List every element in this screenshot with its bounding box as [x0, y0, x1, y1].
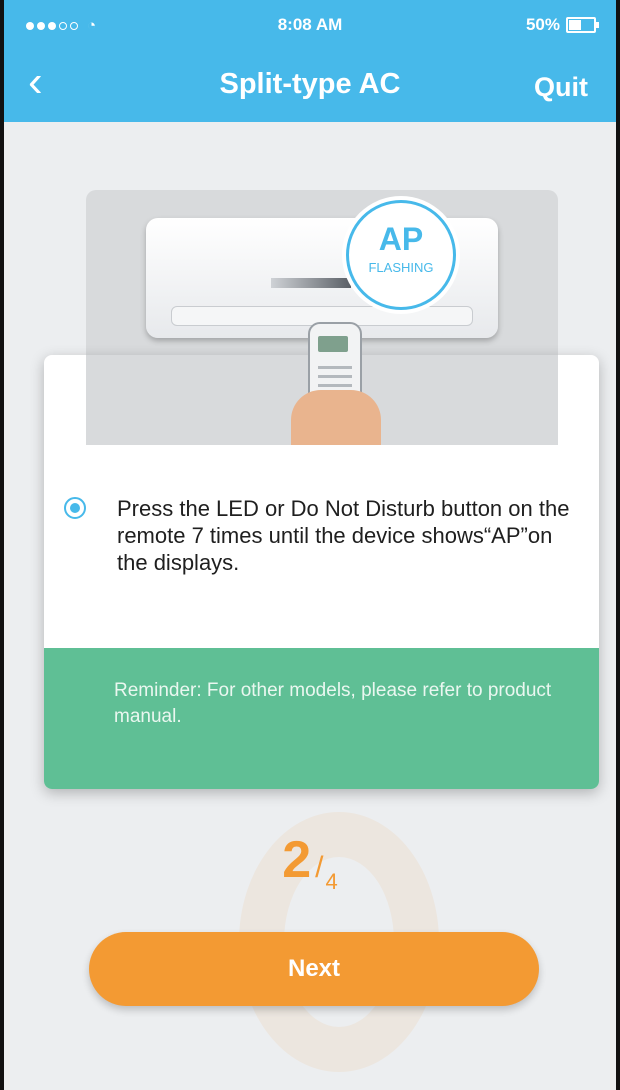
page-title: Split-type AC — [219, 68, 401, 100]
reminder-text: Reminder: For other models, please refer… — [114, 680, 552, 727]
battery-percent: 50% — [525, 15, 560, 34]
quit-button[interactable]: Quit — [534, 72, 588, 103]
next-button[interactable]: Next — [89, 932, 539, 1006]
instruction-radio[interactable] — [64, 497, 86, 519]
step-total: 4 — [325, 869, 338, 894]
step-current: 2 — [282, 831, 312, 889]
reminder-panel: Reminder: For other models, please refer… — [44, 648, 599, 789]
battery-icon — [566, 17, 599, 33]
status-time: 8:08 AM — [277, 15, 343, 34]
remote-illustration — [86, 190, 558, 445]
step-indicator: 2/4 — [4, 830, 616, 894]
phone-screen: ◔ 8:08 AM 50% ‹ Split-type AC Quit AP FL… — [0, 0, 620, 1090]
battery-status: 50% — [525, 15, 599, 35]
status-bar: ◔ 8:08 AM 50% — [4, 0, 616, 50]
step-separator: / — [315, 851, 324, 884]
instruction-text: Press the LED or Do Not Disturb button o… — [117, 496, 570, 575]
hand-image — [291, 390, 381, 445]
nav-bar: ‹ Split-type AC Quit — [4, 50, 616, 122]
